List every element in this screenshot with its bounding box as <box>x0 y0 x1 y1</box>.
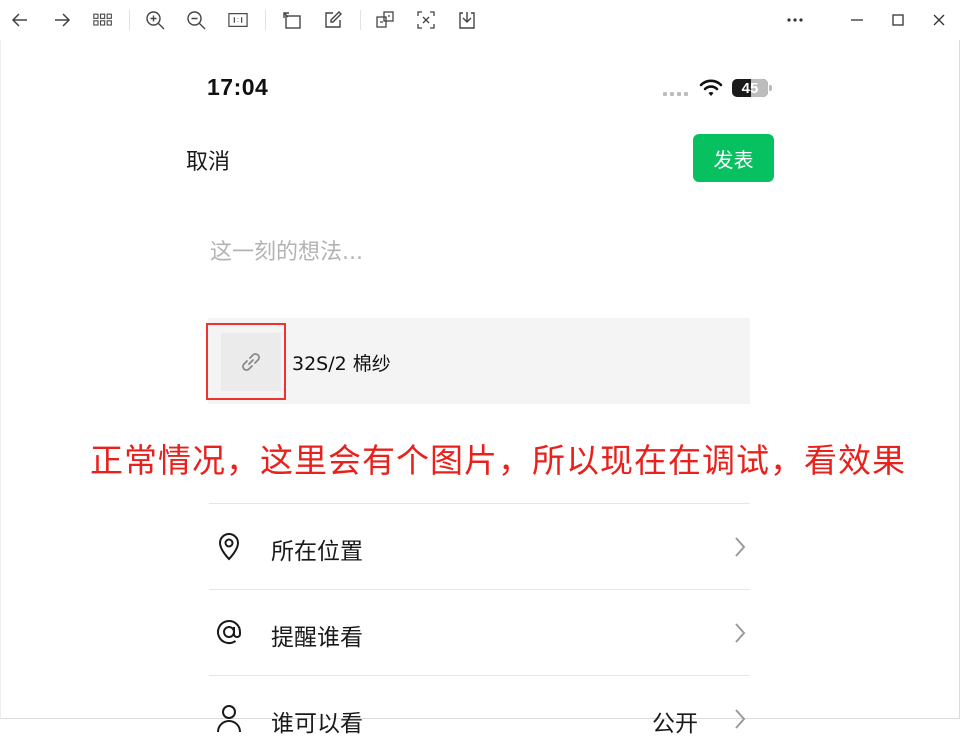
option-label: 提醒谁看 <box>271 625 363 651</box>
link-title: 32S/2 棉纱 <box>292 353 391 375</box>
cellular-signal-icon <box>663 92 688 96</box>
actual-size-icon[interactable] <box>226 8 250 32</box>
zoom-in-icon[interactable] <box>143 8 167 32</box>
toolbar-divider <box>129 10 130 30</box>
rotate-icon[interactable] <box>280 8 304 32</box>
publish-button[interactable]: 发表 <box>693 134 774 182</box>
zoom-out-icon[interactable] <box>184 8 208 32</box>
maximize-icon[interactable] <box>886 8 910 32</box>
divider <box>209 675 750 676</box>
location-pin-icon <box>213 530 245 562</box>
more-icon[interactable] <box>783 8 807 32</box>
divider <box>209 589 750 590</box>
wifi-icon <box>699 79 723 96</box>
viewer-toolbar <box>0 0 960 40</box>
battery-level: 45 <box>741 79 759 97</box>
close-icon[interactable] <box>927 8 951 32</box>
debug-annotation: 正常情况，这里会有个图片，所以现在在调试，看效果 <box>90 441 906 480</box>
person-icon <box>213 702 245 734</box>
toolbar-divider <box>360 10 361 30</box>
forward-arrow-icon[interactable] <box>50 8 74 32</box>
divider <box>209 503 750 504</box>
back-arrow-icon[interactable] <box>8 8 32 32</box>
debug-highlight-box <box>206 323 286 400</box>
status-time: 17:04 <box>207 74 269 100</box>
cancel-button[interactable]: 取消 <box>186 144 230 176</box>
option-label: 谁可以看 <box>271 711 363 737</box>
battery-tip <box>769 85 772 91</box>
screenshot-icon[interactable] <box>373 8 397 32</box>
option-value: 公开 <box>652 711 698 737</box>
grid-icon[interactable] <box>91 8 115 32</box>
option-label: 所在位置 <box>271 539 363 565</box>
post-text-input[interactable]: 这一刻的想法... <box>210 234 363 266</box>
at-sign-icon <box>213 616 245 648</box>
chevron-right-icon <box>735 623 746 643</box>
shared-link-card[interactable] <box>208 318 750 404</box>
minimize-icon[interactable] <box>845 8 869 32</box>
edit-icon[interactable] <box>321 8 345 32</box>
toolbar-divider <box>265 10 266 30</box>
translate-icon[interactable] <box>414 8 438 32</box>
chevron-right-icon <box>735 709 746 729</box>
download-icon[interactable] <box>455 8 479 32</box>
chevron-right-icon <box>735 537 746 557</box>
battery-icon: 45 <box>732 79 768 97</box>
